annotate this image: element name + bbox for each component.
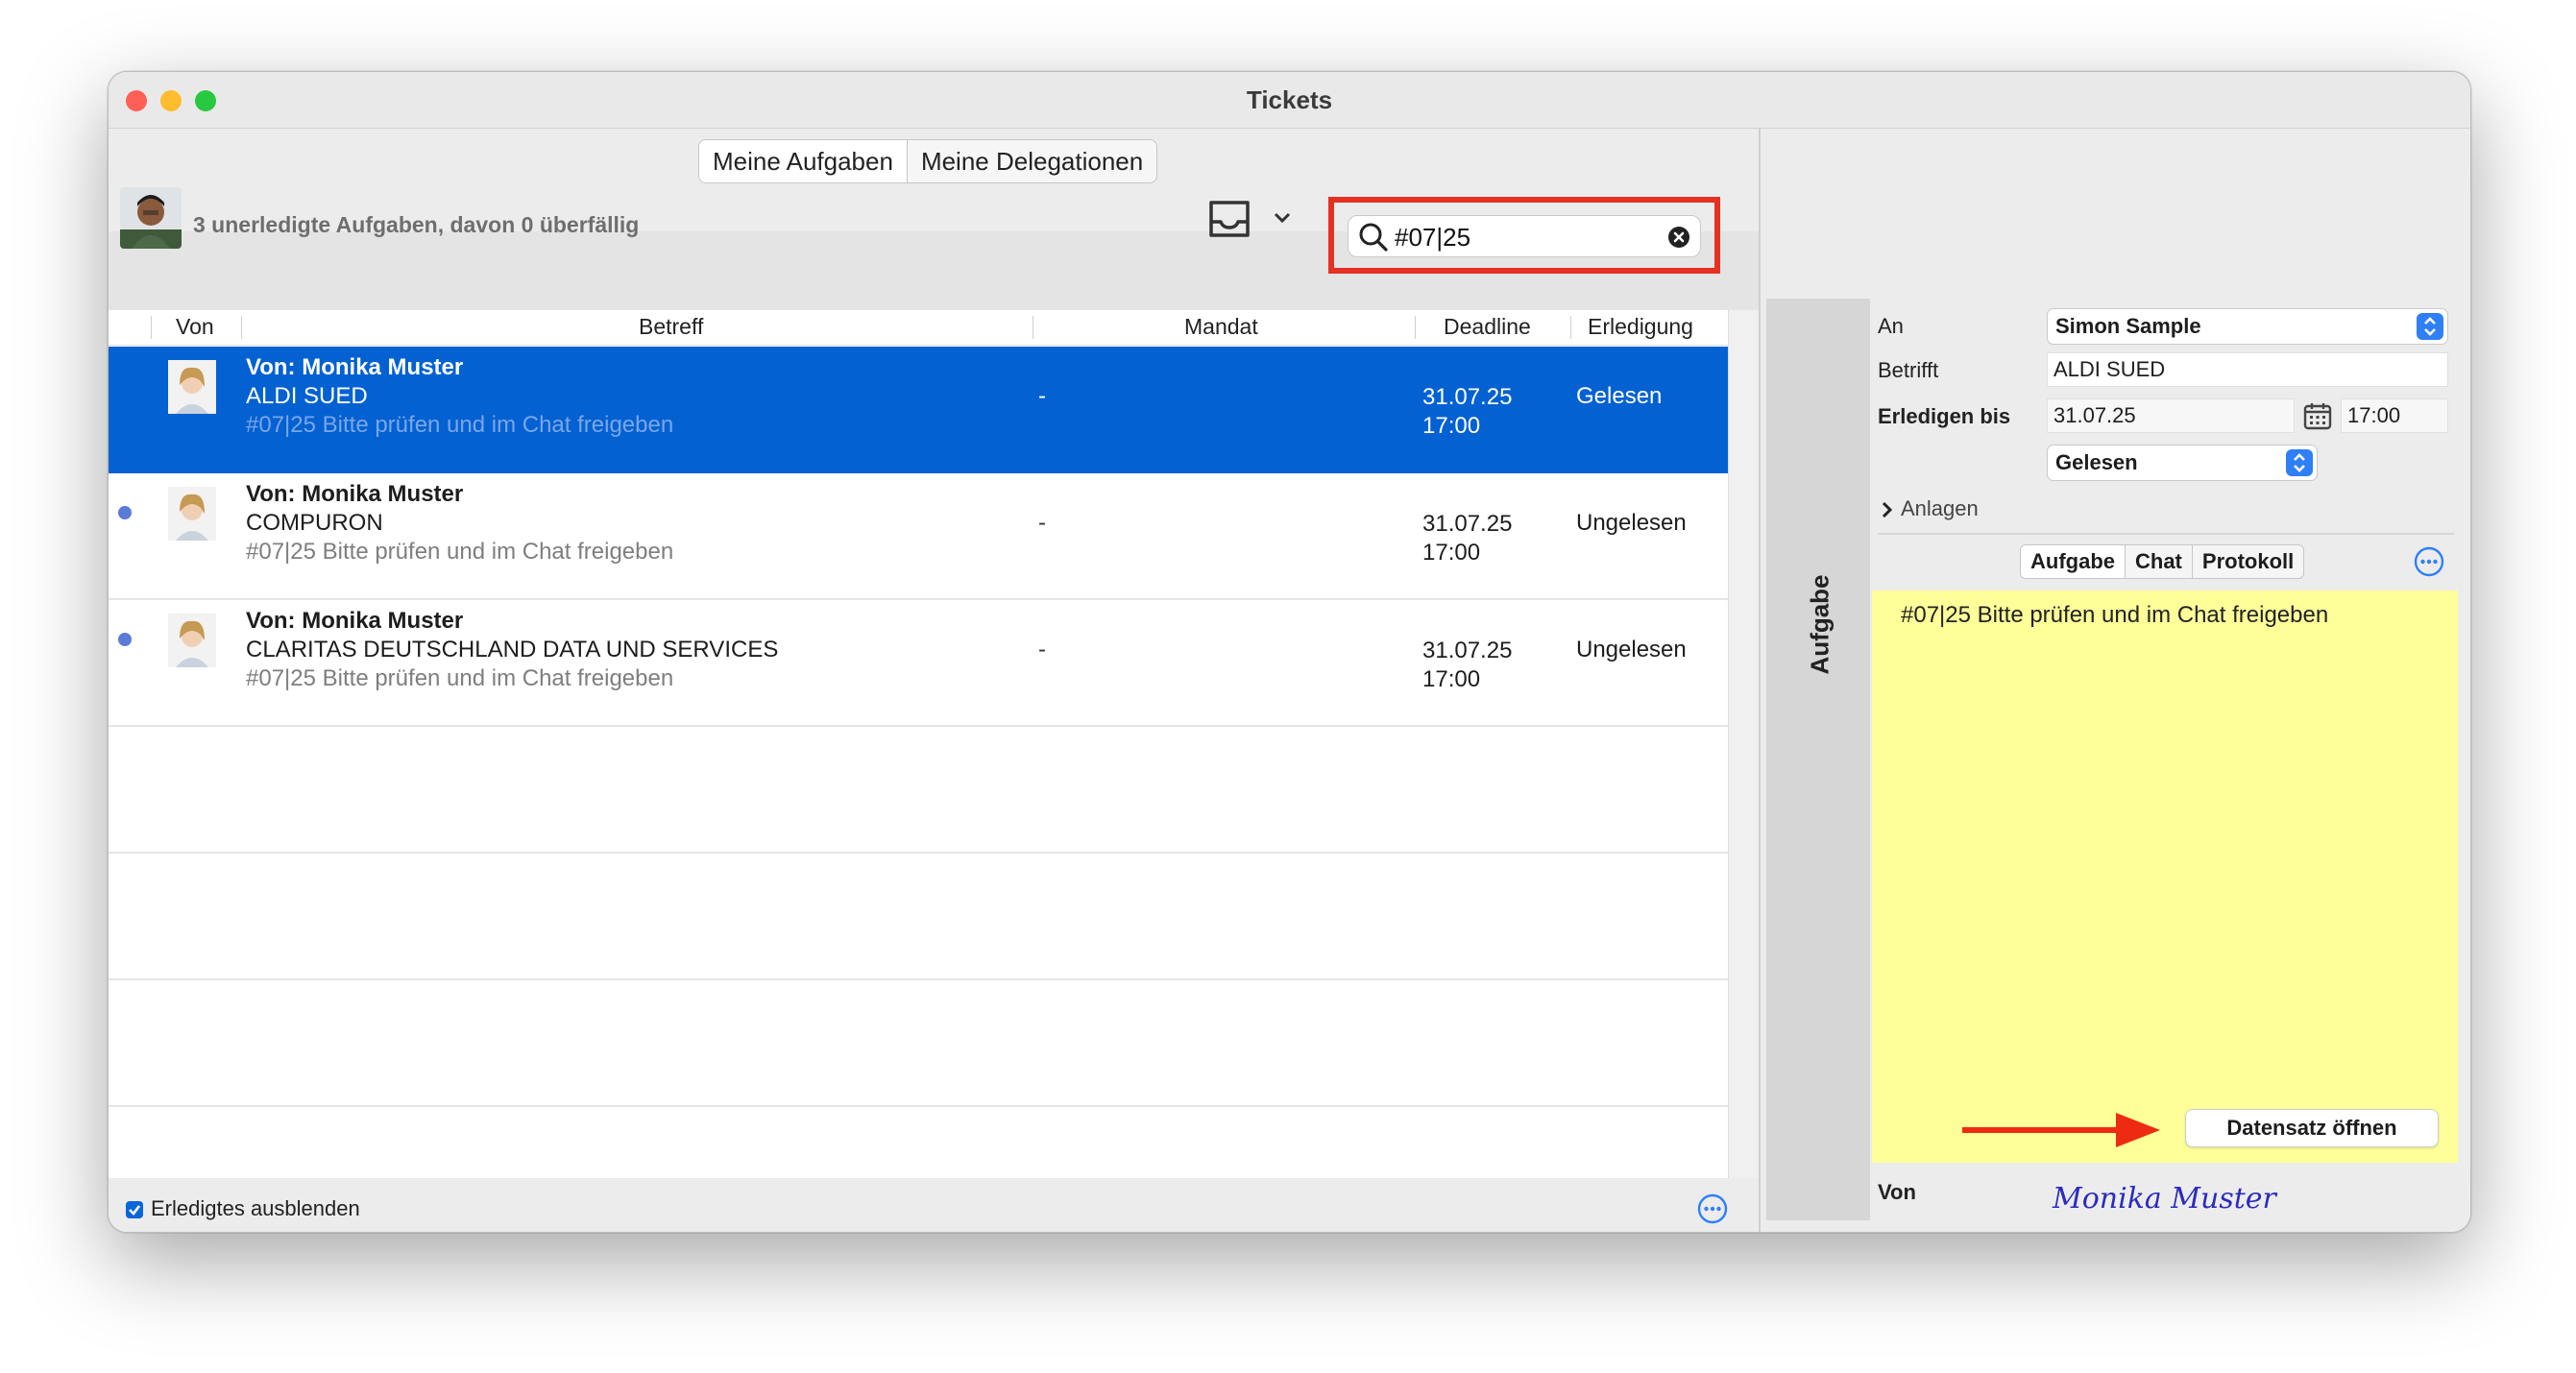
col-erledigung[interactable]: Erledigung bbox=[1588, 314, 1693, 340]
calendar-icon[interactable] bbox=[2302, 400, 2333, 431]
hide-done-checkbox[interactable] bbox=[126, 1201, 143, 1218]
hide-done-label[interactable]: Erledigtes ausblenden bbox=[151, 1196, 360, 1221]
due-time-field[interactable]: 17:00 bbox=[2341, 398, 2448, 433]
updown-icon bbox=[2417, 313, 2443, 340]
detail-subtabs: Aufgabe Chat Protokoll bbox=[2020, 544, 2305, 579]
row-description: #07|25 Bitte prüfen und im Chat freigebe… bbox=[246, 539, 674, 565]
separator bbox=[1878, 533, 2454, 535]
tickets-window: Tickets Meine Aufgaben Meine Delegatione… bbox=[108, 71, 2471, 1233]
unread-dot-icon bbox=[118, 633, 132, 646]
open-record-button[interactable]: Datensatz öffnen bbox=[2185, 1109, 2439, 1147]
row-description: #07|25 Bitte prüfen und im Chat freigebe… bbox=[246, 412, 674, 438]
table-row[interactable]: Von: Monika Muster ALDI SUED #07|25 Bitt… bbox=[109, 347, 1728, 473]
sender-avatar bbox=[168, 487, 216, 541]
row-from: Von: Monika Muster bbox=[246, 481, 464, 507]
tab-meine-delegationen[interactable]: Meine Delegationen bbox=[906, 140, 1156, 182]
chevron-down-icon[interactable] bbox=[1271, 206, 1294, 229]
row-from: Von: Monika Muster bbox=[246, 608, 464, 634]
row-deadline: 31.07.25 17:00 bbox=[1422, 384, 1513, 439]
subtab-aufgabe[interactable]: Aufgabe bbox=[2021, 545, 2125, 578]
unread-dot-icon bbox=[118, 506, 132, 519]
row-deadline: 31.07.25 17:00 bbox=[1422, 638, 1513, 692]
more-options-icon[interactable] bbox=[1697, 1193, 1728, 1224]
col-von[interactable]: Von bbox=[176, 314, 214, 340]
betrifft-field[interactable]: ALDI SUED bbox=[2047, 352, 2448, 387]
chevron-right-icon[interactable] bbox=[1878, 498, 1897, 521]
arrow-pointer-icon bbox=[1962, 1111, 2166, 1149]
row-subject: CLARITAS DEUTSCHLAND DATA UND SERVICES bbox=[246, 637, 779, 662]
updown-icon bbox=[2286, 449, 2313, 476]
sender-avatar bbox=[168, 360, 216, 414]
row-mandat: - bbox=[1038, 510, 1046, 536]
erledigen-label: Erledigen bis bbox=[1878, 404, 2011, 428]
sender-avatar bbox=[168, 614, 216, 667]
note-text: #07|25 Bitte prüfen und im Chat freigebe… bbox=[1901, 602, 2329, 628]
table-header: Von Betreff Mandat Deadline Erledigung bbox=[109, 310, 1728, 346]
side-tab-aufgabe[interactable] bbox=[1766, 299, 1870, 1220]
inbox-icon[interactable] bbox=[1205, 197, 1253, 241]
subtab-chat[interactable]: Chat bbox=[2125, 545, 2192, 578]
search-field[interactable]: #07|25 bbox=[1348, 215, 1701, 257]
task-table: Von Betreff Mandat Deadline Erledigung V… bbox=[109, 310, 1728, 1193]
tab-meine-aufgaben[interactable]: Meine Aufgaben bbox=[699, 140, 907, 182]
signature-text: Monika Muster bbox=[2053, 1182, 2276, 1216]
status-select[interactable]: Gelesen bbox=[2047, 445, 2318, 481]
empty-row bbox=[109, 727, 1728, 854]
recipient-select[interactable]: Simon Sample bbox=[2047, 308, 2448, 345]
row-from: Von: Monika Muster bbox=[246, 354, 464, 380]
row-status: Gelesen bbox=[1576, 383, 1663, 409]
task-summary: 3 unerledigte Aufgaben, davon 0 überfäll… bbox=[193, 212, 640, 237]
table-scrollbar[interactable] bbox=[1728, 310, 1760, 1193]
an-label: An bbox=[1878, 314, 1904, 338]
table-row[interactable]: Von: Monika Muster CLARITAS DEUTSCHLAND … bbox=[109, 600, 1728, 727]
betrifft-label: Betrifft bbox=[1878, 358, 1939, 382]
side-tab-label: Aufgabe bbox=[1805, 574, 1835, 675]
view-segmented-control: Meine Aufgaben Meine Delegationen bbox=[698, 139, 1158, 183]
von-label: Von bbox=[1878, 1180, 1916, 1204]
due-date-field[interactable]: 31.07.25 bbox=[2047, 398, 2295, 433]
pane-divider[interactable] bbox=[1759, 128, 1761, 1232]
row-subject: COMPURON bbox=[246, 510, 383, 536]
col-betreff[interactable]: Betreff bbox=[639, 314, 703, 340]
table-row[interactable]: Von: Monika Muster COMPURON #07|25 Bitte… bbox=[109, 473, 1728, 600]
title-bar: Tickets bbox=[109, 72, 2470, 129]
row-description: #07|25 Bitte prüfen und im Chat freigebe… bbox=[246, 665, 674, 691]
search-value: #07|25 bbox=[1395, 223, 1471, 252]
col-deadline[interactable]: Deadline bbox=[1444, 314, 1531, 340]
task-note[interactable] bbox=[1872, 590, 2458, 1163]
row-mandat: - bbox=[1038, 637, 1046, 662]
row-mandat: - bbox=[1038, 383, 1046, 409]
subtab-protokoll[interactable]: Protokoll bbox=[2191, 545, 2303, 578]
row-deadline: 31.07.25 17:00 bbox=[1422, 511, 1513, 566]
row-status: Ungelesen bbox=[1576, 637, 1687, 662]
row-status: Ungelesen bbox=[1576, 510, 1687, 536]
col-mandat[interactable]: Mandat bbox=[1184, 314, 1258, 340]
empty-row bbox=[109, 980, 1728, 1107]
row-subject: ALDI SUED bbox=[246, 383, 368, 409]
detail-more-icon[interactable] bbox=[2414, 546, 2444, 577]
user-avatar[interactable] bbox=[120, 187, 182, 249]
search-icon bbox=[1359, 223, 1388, 252]
anlagen-label[interactable]: Anlagen bbox=[1901, 496, 1979, 521]
window-title: Tickets bbox=[1246, 85, 1333, 114]
clear-search-icon[interactable] bbox=[1667, 226, 1690, 249]
empty-row bbox=[109, 854, 1728, 980]
